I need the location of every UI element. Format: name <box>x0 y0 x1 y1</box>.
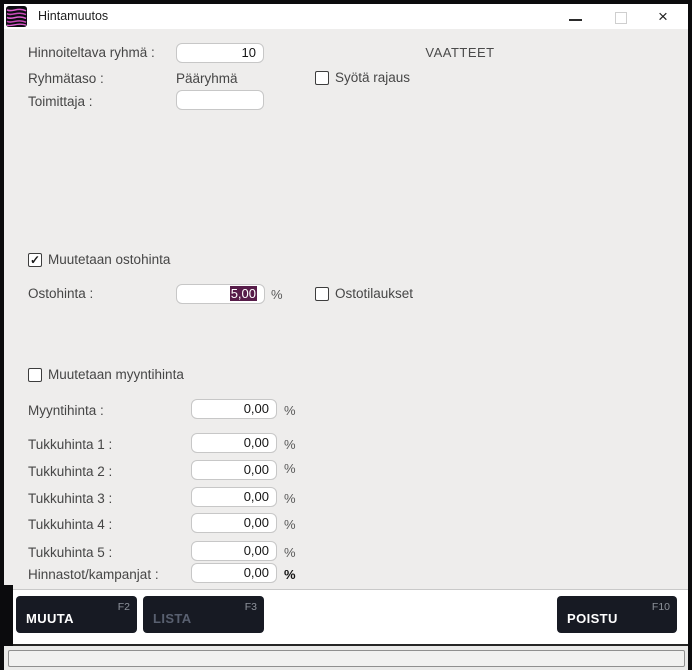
level-label: Ryhmätaso : <box>28 69 104 89</box>
group-name-label: VAATTEET <box>400 45 520 60</box>
supplier-input[interactable] <box>176 90 264 110</box>
group-value: 10 <box>242 45 256 60</box>
tukkuhinta5-value: 0,00 <box>244 543 269 558</box>
muutetaan-ostohinta-checkbox[interactable]: ✓ <box>28 253 42 267</box>
tukkuhinta2-input[interactable]: 0,00 <box>191 460 277 480</box>
muutetaan-myyntihinta-checkbox[interactable] <box>28 368 42 382</box>
close-button[interactable]: × <box>655 4 677 29</box>
close-icon: × <box>658 5 668 28</box>
tukkuhinta5-label: Tukkuhinta 5 : <box>28 543 112 563</box>
tukkuhinta2-label: Tukkuhinta 2 : <box>28 462 112 482</box>
background-window-edge <box>0 585 13 646</box>
tukkuhinta1-unit: % <box>284 436 296 454</box>
ostohinta-label: Ostohinta : <box>28 284 93 304</box>
title-bar: Hintamuutos × <box>4 4 688 29</box>
ostotilaukset-label: Ostotilaukset <box>335 286 413 302</box>
muuta-fkey-label: F2 <box>118 601 130 613</box>
tukkuhinta1-input[interactable]: 0,00 <box>191 433 277 453</box>
muuta-button[interactable]: F2 MUUTA <box>16 596 137 633</box>
hintamuutos-window: Hintamuutos × Hinnoiteltava ryhmä : 10 V… <box>4 4 688 670</box>
hinnastot-value: 0,00 <box>244 565 269 580</box>
tukkuhinta2-value: 0,00 <box>244 462 269 477</box>
group-label: Hinnoiteltava ryhmä : <box>28 43 155 63</box>
tukkuhinta4-unit: % <box>284 516 296 534</box>
minimize-button[interactable] <box>565 4 587 29</box>
hinnastot-unit: % <box>284 566 296 584</box>
myyntihinta-input[interactable]: 0,00 <box>191 399 277 419</box>
maximize-icon <box>615 12 627 24</box>
level-value: Pääryhmä <box>176 69 238 89</box>
lista-button-label: LISTA <box>153 611 192 626</box>
hinnastot-input[interactable]: 0,00 <box>191 563 277 583</box>
supplier-label: Toimittaja : <box>28 92 93 112</box>
myyntihinta-label: Myyntihinta : <box>28 401 104 421</box>
status-field <box>8 650 685 667</box>
ostohinta-input[interactable]: 5,00 <box>176 284 265 304</box>
tukkuhinta4-input[interactable]: 0,00 <box>191 513 277 533</box>
poistu-fkey-label: F10 <box>652 601 670 613</box>
window-title: Hintamuutos <box>38 4 108 29</box>
app-icon <box>6 6 27 27</box>
poistu-button[interactable]: F10 POISTU <box>557 596 677 633</box>
tukkuhinta5-unit: % <box>284 544 296 562</box>
ostohinta-value-selected: 5,00 <box>230 286 257 301</box>
group-input[interactable]: 10 <box>176 43 264 63</box>
tukkuhinta3-input[interactable]: 0,00 <box>191 487 277 507</box>
button-bar: F2 MUUTA F3 LISTA F10 POISTU <box>4 589 688 646</box>
tukkuhinta3-unit: % <box>284 490 296 508</box>
status-bar <box>4 646 688 670</box>
lista-button[interactable]: F3 LISTA <box>143 596 264 633</box>
myyntihinta-unit: % <box>284 402 296 420</box>
tukkuhinta3-label: Tukkuhinta 3 : <box>28 489 112 509</box>
myyntihinta-value: 0,00 <box>244 401 269 416</box>
tukkuhinta2-unit: % <box>284 460 296 478</box>
tukkuhinta4-value: 0,00 <box>244 515 269 530</box>
muutetaan-ostohinta-label: Muutetaan ostohinta <box>48 252 170 268</box>
tukkuhinta1-value: 0,00 <box>244 435 269 450</box>
lista-fkey-label: F3 <box>245 601 257 613</box>
minimize-icon <box>569 19 582 21</box>
ostotilaukset-checkbox[interactable] <box>315 287 329 301</box>
ostohinta-unit: % <box>271 286 283 304</box>
tukkuhinta3-value: 0,00 <box>244 489 269 504</box>
syota-rajaus-label: Syötä rajaus <box>335 70 410 86</box>
poistu-button-label: POISTU <box>567 611 618 626</box>
muuta-button-label: MUUTA <box>26 611 74 626</box>
maximize-button[interactable] <box>610 4 632 29</box>
muutetaan-myyntihinta-label: Muutetaan myyntihinta <box>48 367 184 383</box>
syota-rajaus-checkbox[interactable] <box>315 71 329 85</box>
tukkuhinta5-input[interactable]: 0,00 <box>191 541 277 561</box>
form-area: Hinnoiteltava ryhmä : 10 VAATTEET Ryhmät… <box>4 29 688 589</box>
tukkuhinta4-label: Tukkuhinta 4 : <box>28 515 112 535</box>
hinnastot-label: Hinnastot/kampanjat : <box>28 565 159 585</box>
tukkuhinta1-label: Tukkuhinta 1 : <box>28 435 112 455</box>
